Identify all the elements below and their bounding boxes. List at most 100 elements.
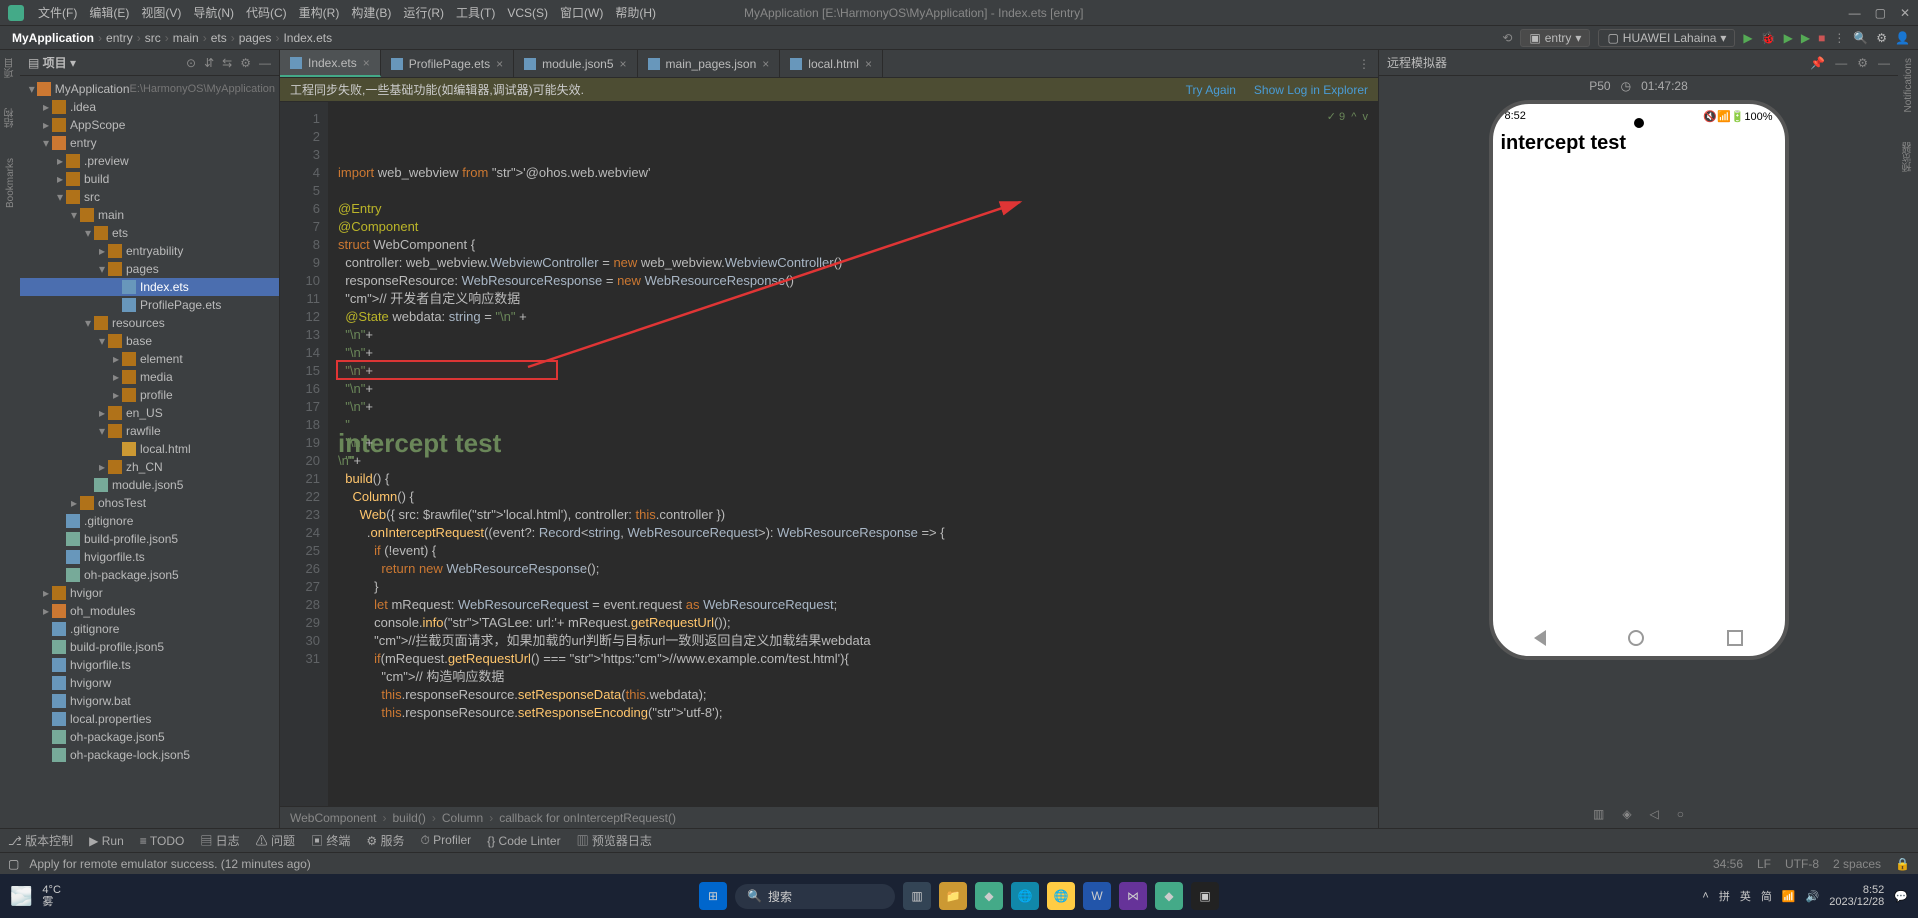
word-icon[interactable]: W xyxy=(1083,882,1111,910)
tree-node[interactable]: hvigorw xyxy=(20,674,279,692)
code-line[interactable]: if(mRequest.getRequestUrl() === "str">'h… xyxy=(338,650,1378,668)
taskview-icon[interactable]: ▥ xyxy=(903,882,931,910)
pin-icon[interactable]: 📌 xyxy=(1810,56,1825,70)
code-line[interactable]: "intercept test\n"+ xyxy=(338,362,1378,380)
code-crumb[interactable]: Column xyxy=(442,811,483,825)
weather-widget[interactable]: 4°C雾 xyxy=(42,884,60,908)
menu-item[interactable]: 构建(B) xyxy=(345,4,397,22)
tree-node[interactable]: Index.ets xyxy=(20,278,279,296)
rail-structure[interactable]: 结构 xyxy=(3,108,18,128)
banner-show-log[interactable]: Show Log in Explorer xyxy=(1254,83,1368,97)
menu-item[interactable]: 帮助(H) xyxy=(609,4,662,22)
code-line[interactable]: "\n"+ xyxy=(338,380,1378,398)
code-line[interactable]: this.responseResource.setResponseData(th… xyxy=(338,686,1378,704)
code-crumb[interactable]: callback for onInterceptRequest() xyxy=(499,811,676,825)
tree-node[interactable]: ▸element xyxy=(20,350,279,368)
encoding[interactable]: UTF-8 xyxy=(1785,857,1819,871)
tool-window-button[interactable]: {} Code Linter xyxy=(487,834,560,848)
coverage-icon[interactable]: ▶ xyxy=(1784,31,1793,45)
breadcrumb[interactable]: main xyxy=(169,31,203,45)
code-line[interactable]: "cm">//拦截页面请求，如果加载的url判断与目标url一致则返回自定义加载… xyxy=(338,632,1378,650)
taskbar-clock[interactable]: 8:522023/12/28 xyxy=(1829,884,1884,908)
hide-icon[interactable]: — xyxy=(259,56,271,70)
tool-window-button[interactable]: ▣ 终端 xyxy=(311,832,350,849)
locate-icon[interactable]: ⊙ xyxy=(186,56,196,70)
breadcrumb[interactable]: MyApplication xyxy=(8,31,98,45)
menu-item[interactable]: 工具(T) xyxy=(450,4,501,22)
code-line[interactable] xyxy=(338,182,1378,200)
code-line[interactable]: build() { xyxy=(338,470,1378,488)
code-editor[interactable]: 1234567891011121314151617181920212223242… xyxy=(280,102,1378,806)
wifi-icon[interactable]: 📶 xyxy=(1782,890,1796,903)
menu-item[interactable]: 窗口(W) xyxy=(554,4,609,22)
code-crumb[interactable]: build() xyxy=(393,811,426,825)
ime-pin[interactable]: 拼 xyxy=(1719,888,1730,904)
project-tree[interactable]: ▾MyApplication E:\HarmonyOS\MyApplicatio… xyxy=(20,76,279,828)
weather-icon[interactable]: 🌫️ xyxy=(10,886,32,907)
code-line[interactable]: struct WebComponent { xyxy=(338,236,1378,254)
code-line[interactable]: controller: web_webview.WebviewControlle… xyxy=(338,254,1378,272)
code-line[interactable]: import web_webview from "str">'@ohos.web… xyxy=(338,164,1378,182)
taskbar-search[interactable]: 🔍 搜索 xyxy=(735,884,895,909)
code-line[interactable]: "intercept test\n"+ xyxy=(338,416,1378,434)
emu-minimize-icon[interactable]: — xyxy=(1835,56,1847,70)
tree-node[interactable]: ProfilePage.ets xyxy=(20,296,279,314)
close-button[interactable]: ✕ xyxy=(1900,6,1910,20)
notif-icon[interactable]: 💬 xyxy=(1894,890,1908,903)
code-line[interactable]: "cm">// 构造响应数据 xyxy=(338,668,1378,686)
code-line[interactable]: Web({ src: $rawfile("str">'local.html'),… xyxy=(338,506,1378,524)
tree-node[interactable]: ▸en_US xyxy=(20,404,279,422)
code-line[interactable]: @Entry xyxy=(338,200,1378,218)
breadcrumb[interactable]: src xyxy=(141,31,165,45)
tree-node[interactable]: ▸build xyxy=(20,170,279,188)
volume-icon[interactable]: 🔊 xyxy=(1806,890,1820,903)
phone-mock[interactable]: 8:52 🔇📶🔋100% intercept test xyxy=(1489,100,1789,660)
tray-up-icon[interactable]: ˄ xyxy=(1702,890,1708,902)
line-ending[interactable]: LF xyxy=(1757,857,1771,871)
tree-node[interactable]: .gitignore xyxy=(20,620,279,638)
tree-node[interactable]: ▸oh_modules xyxy=(20,602,279,620)
stop-icon[interactable]: ■ xyxy=(1818,31,1825,45)
emu-home-icon[interactable]: ○ xyxy=(1677,807,1684,821)
code-line[interactable]: .onInterceptRequest((event?: Record<stri… xyxy=(338,524,1378,542)
code-line[interactable]: "cm">// 开发者自定义响应数据 xyxy=(338,290,1378,308)
code-line[interactable]: } xyxy=(338,578,1378,596)
code-line[interactable]: let mRequest: WebResourceRequest = event… xyxy=(338,596,1378,614)
emu-hide-icon[interactable]: — xyxy=(1878,56,1890,70)
nav-back-icon[interactable] xyxy=(1534,630,1546,646)
code-line[interactable]: return new WebResourceResponse(); xyxy=(338,560,1378,578)
menu-item[interactable]: 重构(R) xyxy=(293,4,346,22)
avatar-icon[interactable]: 👤 xyxy=(1895,31,1910,45)
tree-node[interactable]: module.json5 xyxy=(20,476,279,494)
chrome-icon[interactable]: 🌐 xyxy=(1047,882,1075,910)
tree-node[interactable]: ▸entryability xyxy=(20,242,279,260)
code-line[interactable]: "\n"+ xyxy=(338,326,1378,344)
expand-icon[interactable]: ⇵ xyxy=(204,56,214,70)
tree-node[interactable]: hvigorfile.ts xyxy=(20,656,279,674)
tool-window-button[interactable]: ⏱ Profiler xyxy=(420,833,471,848)
tool-window-button[interactable]: ≡ TODO xyxy=(140,834,185,848)
more-icon[interactable]: ⋮ xyxy=(1833,31,1845,45)
minimize-button[interactable]: — xyxy=(1849,6,1861,20)
breadcrumb[interactable]: pages xyxy=(235,31,276,45)
nav-home-icon[interactable] xyxy=(1628,630,1644,646)
caret-pos[interactable]: 34:56 xyxy=(1713,857,1743,871)
editor-tab[interactable]: Index.ets × xyxy=(280,50,381,77)
terminal-icon[interactable]: ▣ xyxy=(1191,882,1219,910)
menu-item[interactable]: 文件(F) xyxy=(32,4,83,22)
tree-node[interactable]: ▸hvigor xyxy=(20,584,279,602)
options-icon[interactable]: ⚙ xyxy=(240,56,251,70)
code-line[interactable]: if (!event) { xyxy=(338,542,1378,560)
tree-node[interactable]: oh-package-lock.json5 xyxy=(20,746,279,764)
tree-node[interactable]: ▾entry xyxy=(20,134,279,152)
code-line[interactable]: responseResource: WebResourceResponse = … xyxy=(338,272,1378,290)
tree-node[interactable]: oh-package.json5 xyxy=(20,566,279,584)
tool-window-button[interactable]: ▥ 预览器日志 xyxy=(577,832,652,849)
tree-node[interactable]: build-profile.json5 xyxy=(20,530,279,548)
tree-node[interactable]: ▸ohosTest xyxy=(20,494,279,512)
editor-tab[interactable]: module.json5 × xyxy=(514,50,637,77)
menu-item[interactable]: VCS(S) xyxy=(501,4,554,22)
tree-node[interactable]: hvigorw.bat xyxy=(20,692,279,710)
rail-bookmarks[interactable]: Bookmarks xyxy=(5,158,16,208)
maximize-button[interactable]: ▢ xyxy=(1875,6,1886,20)
